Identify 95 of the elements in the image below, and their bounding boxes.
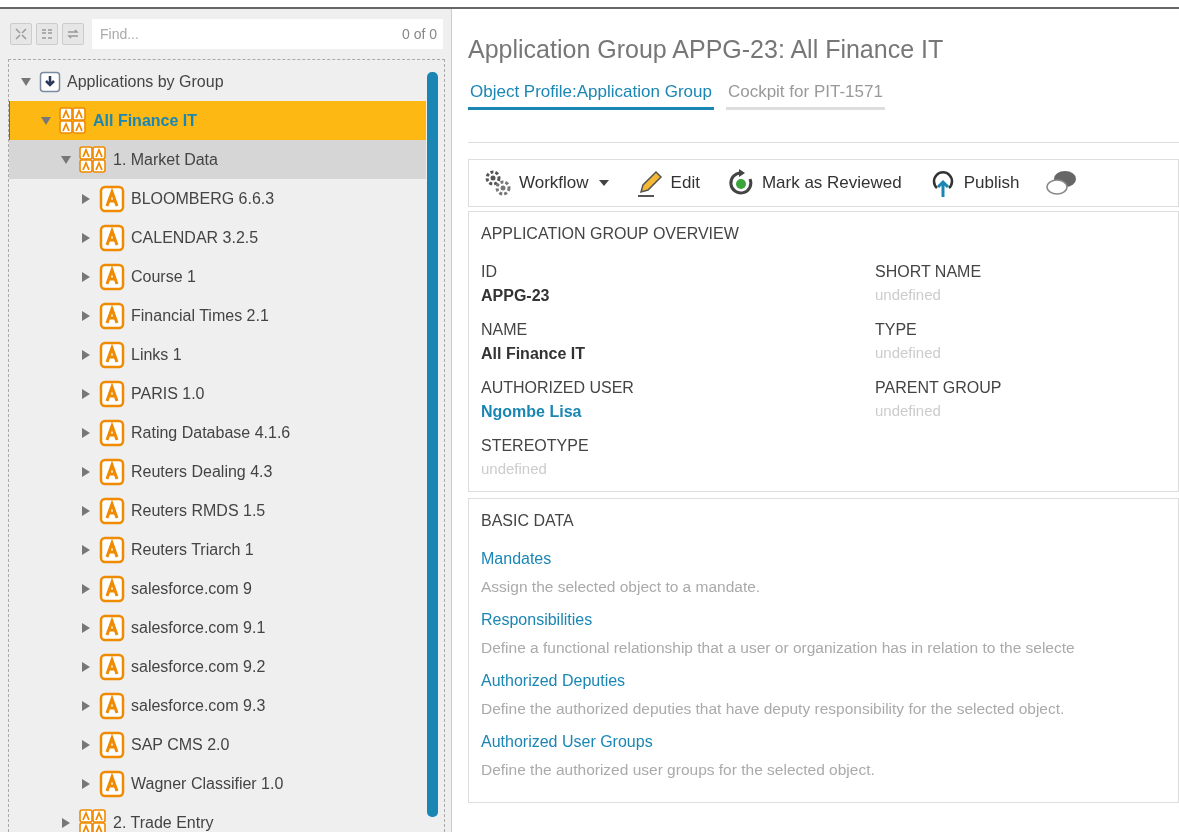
tree-item-label: Course 1 bbox=[131, 266, 196, 287]
tree-item[interactable]: Reuters Triarch 1 bbox=[9, 530, 426, 569]
app-group-icon bbox=[79, 808, 107, 832]
application-icon bbox=[99, 379, 125, 408]
field-label: SHORT NAME bbox=[875, 262, 983, 282]
tree-item-label: Wagner Classifier 1.0 bbox=[131, 773, 284, 794]
link-description: Define the authorized deputies that have deputy responsibility for the selected object. bbox=[481, 699, 1066, 719]
caret-icon bbox=[598, 180, 609, 186]
download-box-icon bbox=[39, 70, 61, 93]
field-label: AUTHORIZED USER bbox=[481, 378, 635, 398]
tree-item[interactable]: Reuters RMDS 1.5 bbox=[9, 491, 426, 530]
match-count: 0 of 0 bbox=[401, 24, 437, 44]
application-icon bbox=[99, 613, 125, 642]
application-icon bbox=[99, 769, 125, 798]
tree-item-label: Reuters Triarch 1 bbox=[131, 539, 254, 560]
tree-item-label: All Finance IT bbox=[93, 110, 197, 131]
tree-item[interactable]: salesforce.com 9 bbox=[9, 569, 426, 608]
tree-item[interactable]: Applications by Group bbox=[9, 62, 426, 101]
tree-item-label: salesforce.com 9 bbox=[131, 578, 252, 599]
tree-item[interactable]: Financial Times 2.1 bbox=[9, 296, 426, 335]
tree-item[interactable]: salesforce.com 9.3 bbox=[9, 686, 426, 725]
collapse-all-icon bbox=[39, 26, 55, 42]
chat-icon[interactable] bbox=[1045, 168, 1078, 198]
tree-item-label: Links 1 bbox=[131, 344, 182, 365]
expand-all-icon bbox=[13, 26, 29, 42]
tree-item[interactable]: PARIS 1.0 bbox=[9, 374, 426, 413]
application-icon bbox=[99, 496, 125, 525]
find-field[interactable]: Find... bbox=[98, 22, 402, 46]
link-description: Define the authorized user groups for the selected object. bbox=[481, 760, 876, 781]
tree-item[interactable]: salesforce.com 9.1 bbox=[9, 608, 426, 647]
application-icon bbox=[99, 457, 125, 486]
tree-item-label: salesforce.com 9.1 bbox=[131, 617, 266, 638]
tree-item[interactable]: SAP CMS 2.0 bbox=[9, 725, 426, 764]
tree-item-label: Rating Database 4.1.6 bbox=[131, 422, 291, 443]
field-value: APPG-23 bbox=[481, 286, 551, 306]
tree-item-label: CALENDAR 3.2.5 bbox=[131, 227, 259, 248]
tree-item[interactable]: Wagner Classifier 1.0 bbox=[9, 764, 426, 803]
field-value: All Finance IT bbox=[481, 344, 586, 364]
toolbar-button[interactable]: Mark as Reviewed bbox=[725, 168, 902, 198]
application-icon bbox=[99, 730, 125, 759]
link-description: Assign the selected object to a mandate. bbox=[481, 576, 762, 597]
tree-item-label: Applications by Group bbox=[67, 71, 224, 92]
application-icon bbox=[99, 262, 125, 291]
app-group-icon bbox=[59, 106, 87, 135]
tree-item-label: SAP CMS 2.0 bbox=[131, 734, 230, 755]
page-title: Application Group APPG-23: All Finance IT bbox=[468, 34, 945, 65]
tree-item[interactable]: salesforce.com 9.2 bbox=[9, 647, 426, 686]
toolbar-button[interactable]: Workflow bbox=[483, 168, 609, 198]
tree-item[interactable]: 2. Trade Entry bbox=[9, 803, 426, 832]
tree-item-label: salesforce.com 9.3 bbox=[131, 695, 266, 716]
tree-item-label: 2. Trade Entry bbox=[113, 812, 214, 832]
tree-item-label: PARIS 1.0 bbox=[131, 383, 205, 404]
field-label: STEREOTYPE bbox=[481, 436, 590, 456]
application-icon bbox=[99, 574, 125, 603]
tree-item-label: Reuters RMDS 1.5 bbox=[131, 500, 266, 521]
tree-item[interactable]: CALENDAR 3.2.5 bbox=[9, 218, 426, 257]
tree-item[interactable]: 1. Market Data bbox=[9, 140, 426, 179]
tree-item[interactable]: BLOOMBERG 6.6.3 bbox=[9, 179, 426, 218]
tree-item-label: 1. Market Data bbox=[113, 149, 218, 170]
search-field[interactable]: Find... 0 of 0 bbox=[92, 19, 443, 49]
application-icon bbox=[99, 184, 125, 213]
tab[interactable]: Object Profile:Application Group bbox=[468, 78, 714, 110]
application-icon bbox=[99, 418, 125, 447]
section-link[interactable]: Mandates bbox=[481, 549, 552, 567]
scrollbar-thumb[interactable] bbox=[427, 72, 438, 817]
application-icon bbox=[99, 691, 125, 720]
app-group-icon bbox=[79, 145, 107, 174]
field-label: ID bbox=[481, 262, 498, 282]
link-description: Define a functional relationship that a user or organization has in relation to the selecte bbox=[481, 637, 1076, 658]
section-link[interactable]: Authorized User Groups bbox=[481, 733, 653, 751]
field-label: NAME bbox=[481, 320, 529, 340]
tree-item-label: Financial Times 2.1 bbox=[131, 305, 269, 326]
application-icon bbox=[99, 652, 125, 681]
tree-item[interactable]: Course 1 bbox=[9, 257, 426, 296]
application-icon bbox=[99, 340, 125, 369]
field-label: PARENT GROUP bbox=[875, 378, 1003, 398]
gears-icon bbox=[483, 168, 513, 198]
section-link[interactable]: Responsibilities bbox=[481, 610, 593, 628]
tree-item-label: BLOOMBERG 6.6.3 bbox=[131, 188, 275, 209]
tree-item[interactable]: Rating Database 4.1.6 bbox=[9, 413, 426, 452]
tree-item[interactable]: Reuters Dealing 4.3 bbox=[9, 452, 426, 491]
toolbar-button[interactable]: Edit bbox=[634, 168, 700, 198]
tree-item-label: salesforce.com 9.2 bbox=[131, 656, 266, 677]
user-link[interactable]: Ngombe Lisa bbox=[481, 400, 875, 424]
section-title: APPLICATION GROUP OVERVIEW bbox=[481, 224, 740, 244]
tree-item[interactable]: Links 1 bbox=[9, 335, 426, 374]
tree-item-label: Reuters Dealing 4.3 bbox=[131, 461, 273, 482]
section-link[interactable]: Authorized Deputies bbox=[481, 672, 626, 689]
field-label: TYPE bbox=[875, 320, 918, 340]
application-icon bbox=[99, 301, 125, 330]
application-icon bbox=[99, 535, 125, 564]
application-icon bbox=[99, 223, 125, 252]
section-title: BASIC DATA bbox=[481, 510, 575, 531]
toolbar-button[interactable]: Publish bbox=[927, 168, 1020, 198]
expand-all-button[interactable] bbox=[10, 23, 32, 45]
